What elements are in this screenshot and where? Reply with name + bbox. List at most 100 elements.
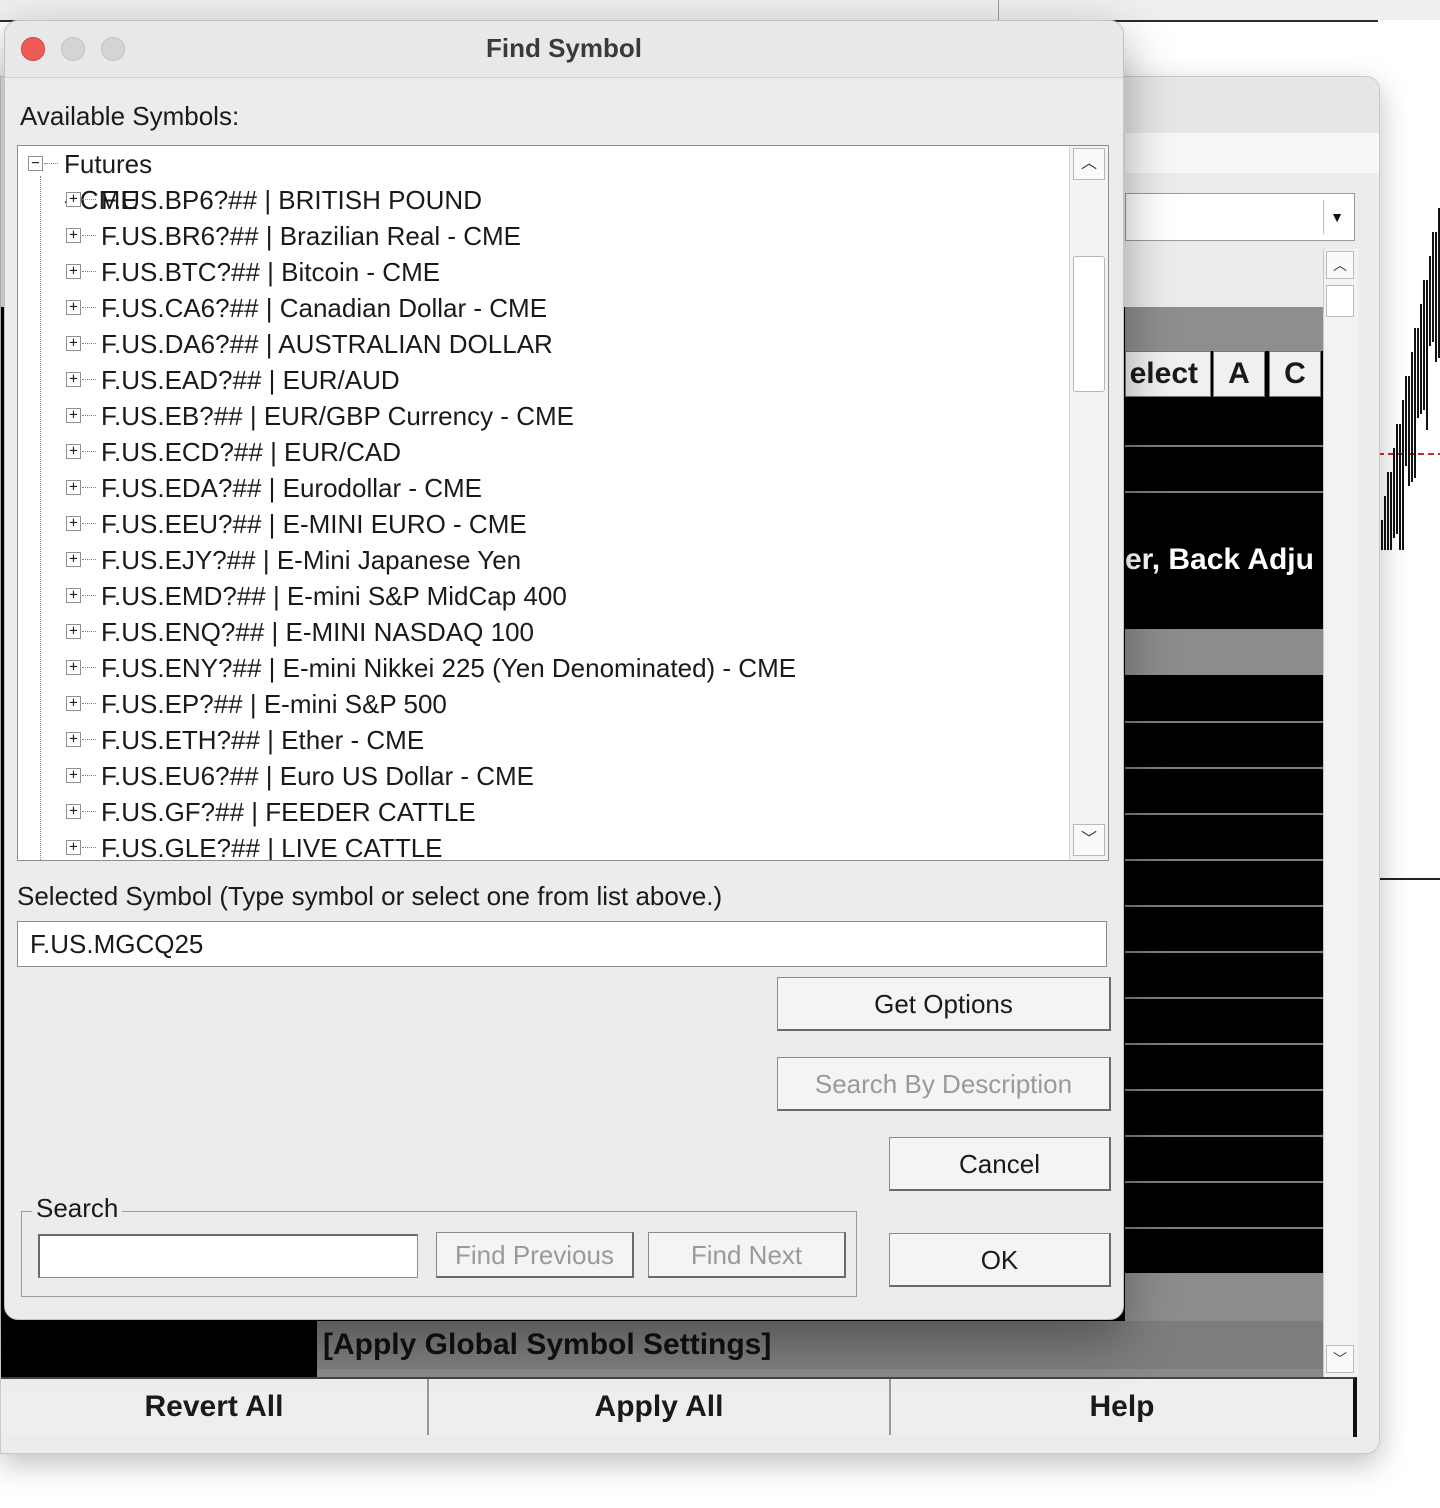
plus-box-icon[interactable]: + [66, 696, 81, 711]
tree-item-label: F.US.GLE?## | LIVE CATTLE [101, 833, 443, 860]
ok-button[interactable]: OK [889, 1233, 1111, 1287]
chevron-up-icon[interactable]: ︿ [1326, 251, 1354, 279]
grid-row-divider [1125, 1227, 1323, 1229]
tree-connector [82, 595, 96, 597]
top-bar-divider [998, 0, 999, 20]
tree-scrollbar[interactable]: ︿ ﹀ [1069, 146, 1108, 860]
tree-item-label: F.US.ECD?## | EUR/CAD [101, 437, 402, 467]
apply-all-button[interactable]: Apply All [429, 1379, 891, 1435]
tree-connector [82, 811, 96, 813]
tree-connector [82, 307, 96, 309]
tree-item-label: F.US.EU6?## | Euro US Dollar - CME [101, 761, 534, 791]
tree-connector [82, 703, 96, 705]
plus-box-icon[interactable]: + [66, 768, 81, 783]
available-symbols-label: Available Symbols: [20, 101, 240, 131]
tree-item-label: F.US.EEU?## | E-MINI EURO - CME [101, 509, 527, 539]
find-previous-button[interactable]: Find Previous [436, 1232, 634, 1278]
tree-item-label: F.US.GF?## | FEEDER CATTLE [101, 797, 476, 827]
plus-box-icon[interactable]: + [66, 444, 81, 459]
grid-row-divider [1125, 951, 1323, 953]
tree-connector [82, 235, 96, 237]
tree-connector [82, 775, 96, 777]
zoom-window-icon [101, 37, 125, 61]
tree-connector [82, 343, 96, 345]
tree-item-label: F.US.ETH?## | Ether - CME [101, 725, 425, 755]
tree-connector [82, 631, 96, 633]
apply-global-symbol-settings-row[interactable]: [Apply Global Symbol Settings] [317, 1321, 1323, 1369]
selected-symbol-input[interactable] [17, 921, 1107, 967]
plus-box-icon[interactable]: + [66, 372, 81, 387]
plus-box-icon[interactable]: + [66, 732, 81, 747]
background-title-strip [1125, 77, 1379, 134]
column-header-a[interactable]: A [1213, 351, 1265, 397]
grid-header-band [1125, 307, 1323, 351]
grid-bottom-block [1, 1321, 317, 1377]
plus-box-icon[interactable]: + [66, 840, 81, 855]
plus-box-icon[interactable]: + [66, 192, 81, 207]
revert-all-button[interactable]: Revert All [1, 1379, 429, 1435]
tree-item-label: F.US.BTC?## | Bitcoin - CME [101, 257, 441, 287]
close-window-icon[interactable] [21, 37, 45, 61]
plus-box-icon[interactable]: + [66, 804, 81, 819]
plus-box-icon[interactable]: + [66, 660, 81, 675]
tree-item-label: F.US.EAD?## | EUR/AUD [101, 365, 400, 395]
scrollbar-thumb[interactable] [1326, 285, 1354, 317]
minus-box-icon[interactable]: − [28, 156, 43, 171]
plus-box-icon[interactable]: + [66, 264, 81, 279]
plus-box-icon[interactable]: + [66, 516, 81, 531]
tree-connector [82, 271, 96, 273]
tree-guide-line [40, 176, 42, 860]
background-scrollbar[interactable]: ︿ ﹀ [1323, 249, 1358, 1377]
grid-row-divider [1125, 997, 1323, 999]
dropdown-arrow-icon[interactable]: ▼ [1323, 200, 1350, 234]
help-button[interactable]: Help [891, 1379, 1353, 1435]
grid-row-label[interactable]: er, Back Adju [1125, 537, 1323, 583]
search-group: Search Find Previous Find Next [21, 1192, 857, 1297]
tree-item-label: F.US.EJY?## | E-Mini Japanese Yen [101, 545, 522, 575]
chevron-down-icon[interactable]: ﹀ [1326, 1345, 1354, 1373]
chevron-up-icon[interactable]: ︿ [1073, 148, 1105, 180]
search-by-description-button[interactable]: Search By Description [777, 1057, 1111, 1111]
selected-symbol-label: Selected Symbol (Type symbol or select o… [17, 881, 723, 911]
cancel-button[interactable]: Cancel [889, 1137, 1111, 1191]
column-header-c[interactable]: C [1269, 351, 1321, 397]
grid-row-divider [1125, 813, 1323, 815]
scrollbar-thumb[interactable] [1073, 256, 1105, 392]
tree-item-label: F.US.BP6?## | BRITISH POUND [101, 185, 482, 215]
tree-item-label: F.US.EMD?## | E-mini S&P MidCap 400 [101, 581, 567, 611]
symbol-tree[interactable]: − Futures - CME + F.US.BP6?## | BRITISH P… [17, 145, 1109, 861]
grid-row-divider [1125, 491, 1323, 493]
grid-section-band [1125, 629, 1323, 675]
plus-box-icon[interactable]: + [66, 300, 81, 315]
plus-box-icon[interactable]: + [66, 552, 81, 567]
tree-item-label: F.US.ENY?## | E-mini Nikkei 225 (Yen Den… [101, 653, 797, 683]
grid-row-divider [1125, 1135, 1323, 1137]
candlestick-chart [1378, 208, 1440, 550]
tree-connector [82, 847, 96, 849]
dialog-titlebar[interactable]: Find Symbol [5, 21, 1123, 78]
plus-box-icon[interactable]: + [66, 624, 81, 639]
background-top-bar [0, 0, 1440, 22]
grid-section-band [1125, 1273, 1323, 1321]
plus-box-icon[interactable]: + [66, 480, 81, 495]
chevron-down-icon[interactable]: ﹀ [1073, 824, 1105, 856]
chart-bottom-border [1378, 878, 1440, 880]
get-options-button[interactable]: Get Options [777, 977, 1111, 1031]
tree-item-label: F.US.EDA?## | Eurodollar - CME [101, 473, 482, 503]
plus-box-icon[interactable]: + [66, 408, 81, 423]
grid-row-divider [1125, 721, 1323, 723]
plus-box-icon[interactable]: + [66, 228, 81, 243]
grid-row-partial [317, 1369, 1323, 1377]
column-header-select[interactable]: elect [1125, 351, 1211, 397]
plus-box-icon[interactable]: + [66, 336, 81, 351]
background-dropdown[interactable]: ▼ [1125, 193, 1355, 241]
find-symbol-dialog: Find Symbol Available Symbols: − Futures… [4, 20, 1124, 1320]
search-input[interactable] [38, 1234, 418, 1278]
plus-box-icon[interactable]: + [66, 588, 81, 603]
find-next-button[interactable]: Find Next [648, 1232, 846, 1278]
tree-connector [82, 379, 96, 381]
tree-connector [82, 559, 96, 561]
tree-connector [44, 163, 58, 165]
grid-row-divider [1125, 859, 1323, 861]
grid-row-divider [1125, 1089, 1323, 1091]
